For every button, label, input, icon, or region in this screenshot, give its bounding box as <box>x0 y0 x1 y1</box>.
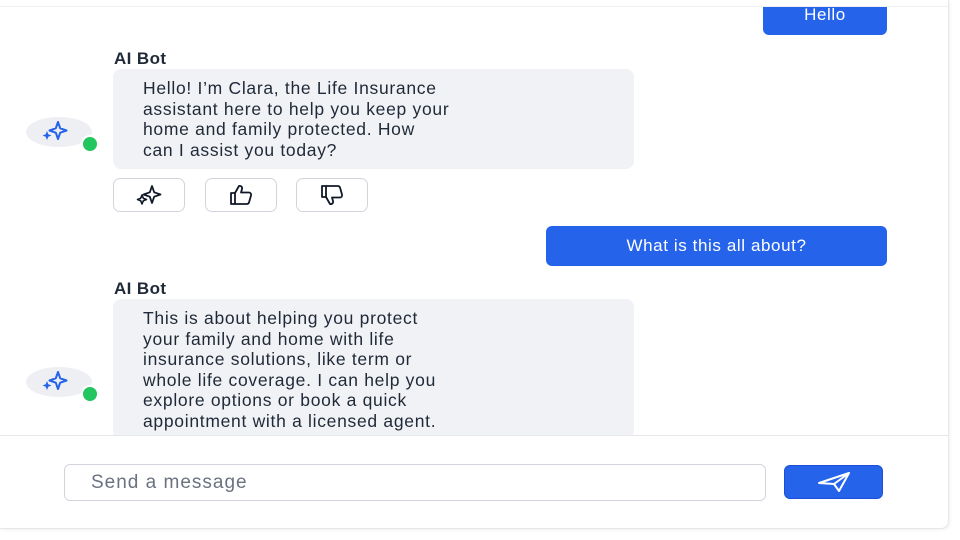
sparkles-icon <box>42 371 68 390</box>
message-input[interactable] <box>64 464 766 501</box>
composer-divider <box>0 435 948 436</box>
user-message-bubble: Hello <box>763 7 887 35</box>
send-button[interactable] <box>784 465 883 499</box>
bot-avatar <box>26 117 99 153</box>
chat-panel: Hello AI Bot Hello! I’m Clara, the Life … <box>0 0 949 529</box>
online-status-dot <box>81 385 99 403</box>
sparkles-icon <box>42 121 68 140</box>
user-message-bubble: What is this all about? <box>546 226 887 266</box>
regenerate-button[interactable] <box>113 178 185 212</box>
message-line: explore options or book a quick <box>143 390 407 410</box>
message-line: Hello! I’m Clara, the Life Insurance <box>143 78 437 98</box>
bot-message-bubble: This is about helping you protect your f… <box>113 299 634 435</box>
send-icon <box>817 472 850 492</box>
online-status-dot <box>81 135 99 153</box>
user-message-text: What is this all about? <box>626 236 807 255</box>
thumbs-up-icon <box>230 185 253 205</box>
message-line: This is about helping you protect <box>143 308 419 328</box>
thumbs-up-button[interactable] <box>205 178 277 212</box>
message-line: can I assist you today? <box>143 139 338 160</box>
message-list[interactable]: Hello AI Bot Hello! I’m Clara, the Life … <box>0 7 948 435</box>
bot-name-label: AI Bot <box>114 279 167 298</box>
message-line: insurance solutions, like term or <box>143 349 413 369</box>
thumbs-down-button[interactable] <box>296 178 368 212</box>
message-line: whole life coverage. I can help you <box>143 369 436 390</box>
message-line: your family and home with life <box>143 328 395 349</box>
bot-avatar <box>26 367 99 403</box>
message-line: assistant here to help you keep your <box>143 98 450 119</box>
bot-name-label: AI Bot <box>114 49 167 68</box>
sparkles-icon <box>136 185 162 205</box>
thumbs-down-icon <box>321 185 344 205</box>
bot-message-bubble: Hello! I’m Clara, the Life Insurance ass… <box>113 69 634 169</box>
user-message-text: Hello <box>804 7 846 24</box>
message-line: home and family protected. How <box>143 119 415 139</box>
message-line: appointment with a licensed agent. <box>143 410 437 431</box>
